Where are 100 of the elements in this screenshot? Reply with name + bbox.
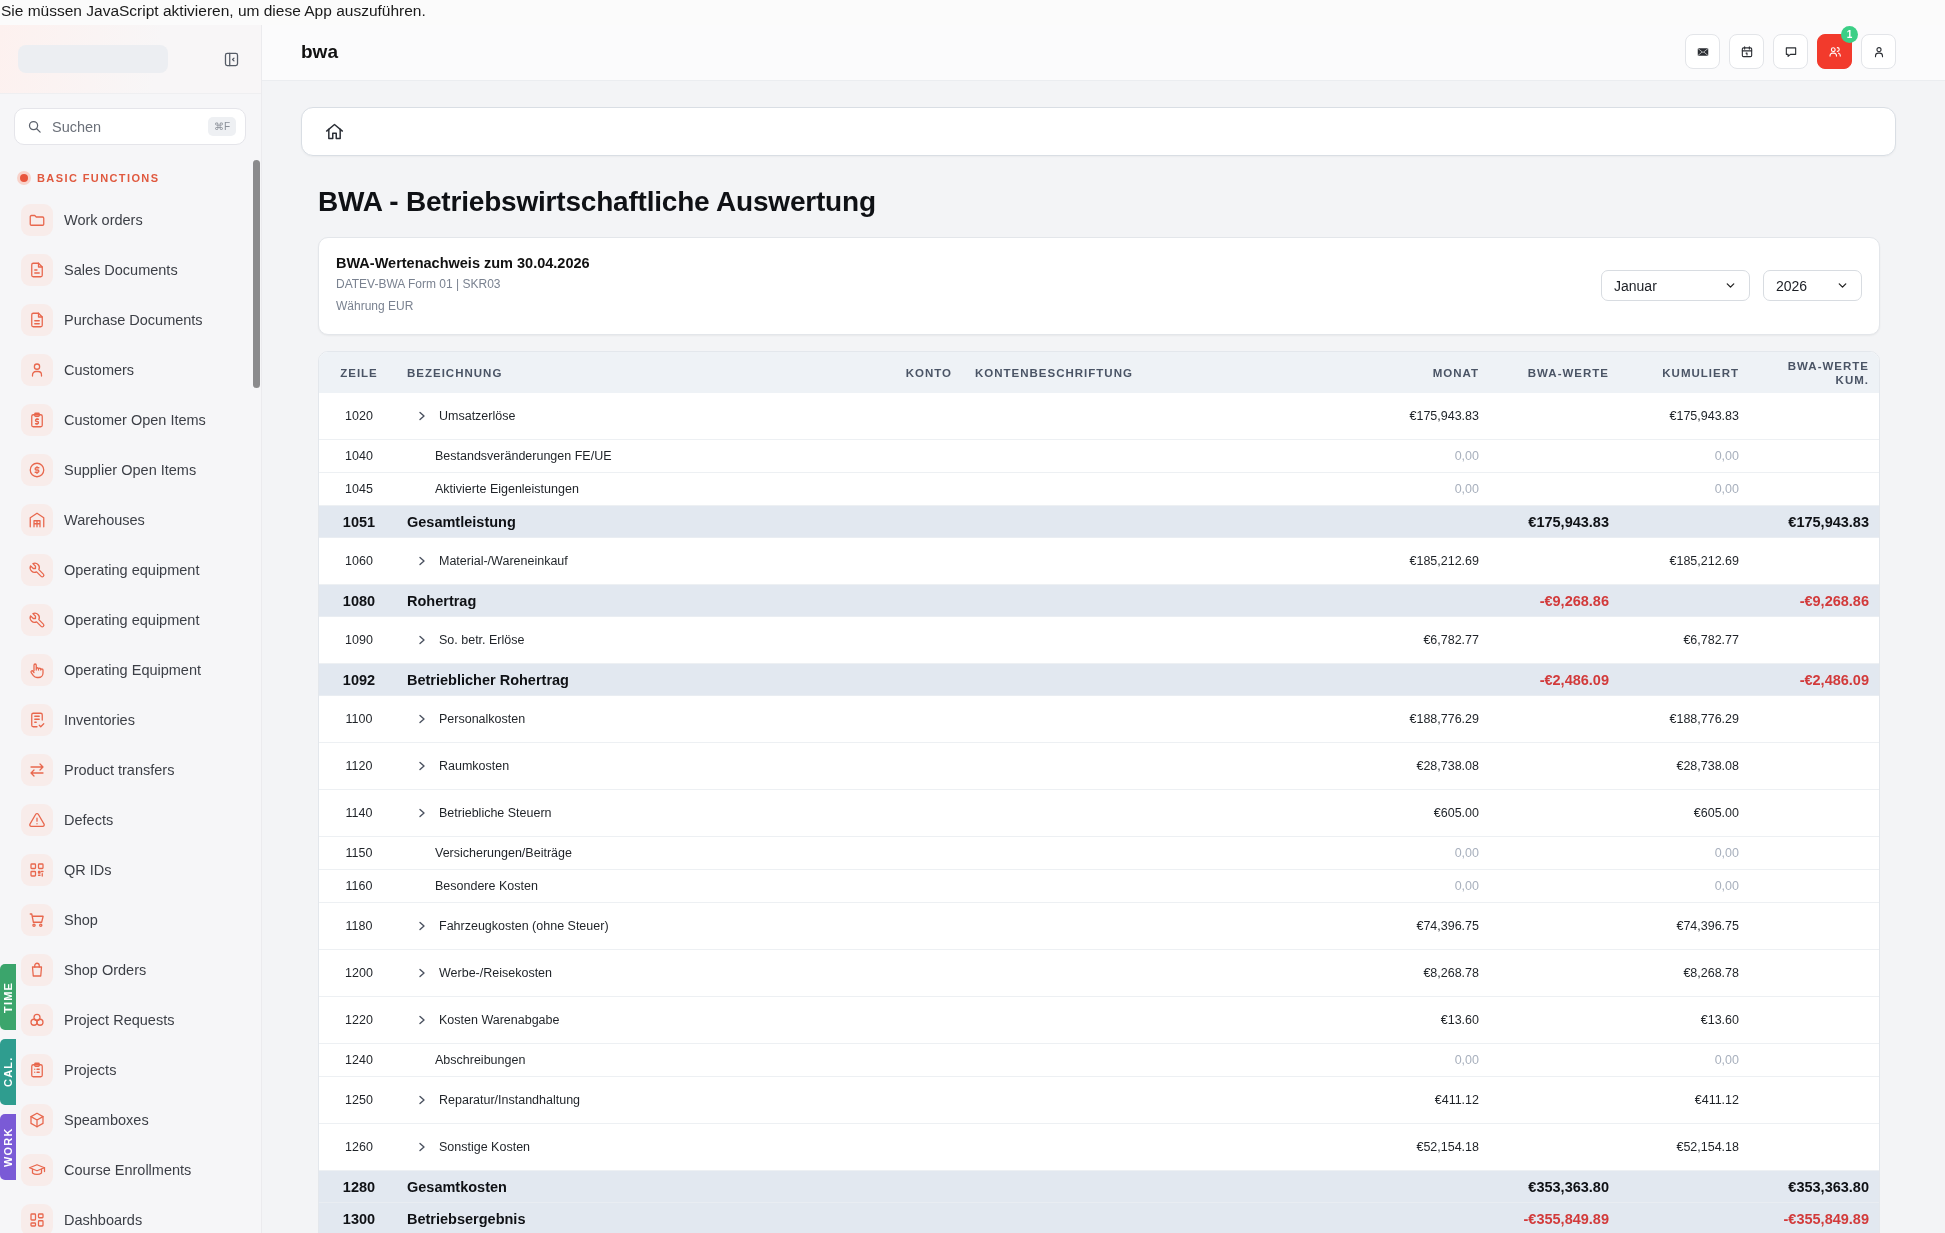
nav-item[interactable]: Work orders xyxy=(21,195,143,245)
document-icon xyxy=(21,254,53,286)
amount: -€355,849.89 xyxy=(1523,1210,1609,1227)
chevron-right-icon[interactable] xyxy=(417,634,427,646)
scrollbar[interactable] xyxy=(253,160,260,388)
column-header: KUMULIERT xyxy=(1662,365,1739,380)
nav-item[interactable]: Warehouses xyxy=(21,495,145,545)
amount: 0,00 xyxy=(1714,1053,1739,1067)
row-label: Abschreibungen xyxy=(435,1053,526,1067)
nav-item[interactable]: Course Enrollments xyxy=(21,1145,192,1195)
side-tab[interactable]: WORK xyxy=(0,1114,16,1180)
chevron-right-icon[interactable] xyxy=(417,410,427,422)
chevron-right-icon[interactable] xyxy=(417,1094,427,1106)
row-label: Bestandsveränderungen FE/UE xyxy=(435,449,612,463)
nav-item[interactable]: Projects xyxy=(21,1045,117,1095)
chevron-right-icon[interactable] xyxy=(417,807,427,819)
amount: 0,00 xyxy=(1454,1053,1479,1067)
line-number: 1250 xyxy=(345,1093,373,1107)
nav-item[interactable]: Project Requests xyxy=(21,995,175,1045)
amount: -€2,486.09 xyxy=(1799,671,1869,688)
line-number: 1040 xyxy=(345,449,373,463)
warehouse-icon xyxy=(21,504,53,536)
line-number: 1280 xyxy=(342,1178,376,1195)
column-header: ZEILE xyxy=(340,365,378,380)
mail-button[interactable] xyxy=(1685,34,1720,69)
nav-item[interactable]: Shop xyxy=(21,895,98,945)
chevron-right-icon[interactable] xyxy=(417,555,427,567)
checklist-icon xyxy=(21,704,53,736)
nav-item[interactable]: Speamboxes xyxy=(21,1095,149,1145)
line-number: 1150 xyxy=(345,846,373,860)
profile-button[interactable] xyxy=(1861,34,1896,69)
amount: -€2,486.09 xyxy=(1539,671,1609,688)
calendar-icon xyxy=(1739,44,1754,59)
nav-item[interactable]: Inventories xyxy=(21,695,135,745)
clipboard-icon xyxy=(21,1054,53,1086)
nav-item[interactable]: Defects xyxy=(21,795,114,845)
row-label: Besondere Kosten xyxy=(435,879,538,893)
row-label: Aktivierte Eigenleistungen xyxy=(435,482,579,496)
chevron-right-icon[interactable] xyxy=(417,920,427,932)
amount: €28,738.08 xyxy=(1416,759,1479,773)
nav-item[interactable]: Customers xyxy=(21,345,135,395)
chevron-right-icon[interactable] xyxy=(417,1141,427,1153)
nav-item[interactable]: QR IDs xyxy=(21,845,112,895)
amount: €411.12 xyxy=(1434,1093,1479,1107)
amount: -€9,268.86 xyxy=(1799,592,1869,609)
nav-item[interactable]: Operating Equipment xyxy=(21,645,202,695)
dollar-coin-icon xyxy=(21,454,53,486)
column-header: KONTENBESCHRIFTUNG xyxy=(975,365,1133,380)
warning-icon xyxy=(21,804,53,836)
column-header: BWA-WERTE xyxy=(1527,365,1609,380)
search-icon xyxy=(27,119,42,134)
amount: €175,943.83 xyxy=(1788,513,1869,530)
nav-item[interactable]: Dashboards xyxy=(21,1195,143,1233)
bag-icon xyxy=(21,954,53,986)
year-select[interactable]: 2026 xyxy=(1763,270,1862,301)
panel-toggle-icon[interactable] xyxy=(223,50,240,68)
row-label: Gesamtleistung xyxy=(407,513,516,530)
clipboard-dollar-icon xyxy=(21,404,53,436)
line-number: 1020 xyxy=(345,409,373,423)
amount: €411.12 xyxy=(1694,1093,1739,1107)
row-label: Raumkosten xyxy=(439,759,510,773)
people-icon xyxy=(1827,44,1842,59)
chat-button[interactable] xyxy=(1773,34,1808,69)
chevron-right-icon[interactable] xyxy=(417,713,427,725)
nav-item[interactable]: Operating equipment xyxy=(21,595,200,645)
row-label: Kosten Warenabgabe xyxy=(439,1013,560,1027)
amount: €175,943.83 xyxy=(1669,409,1739,423)
month-select[interactable]: Januar xyxy=(1601,270,1750,301)
nav-item[interactable]: Purchase Documents xyxy=(21,295,203,345)
row-label: Umsatzerlöse xyxy=(439,409,516,423)
line-number: 1240 xyxy=(345,1053,373,1067)
row-label: Betriebsergebnis xyxy=(407,1210,526,1227)
line-number: 1140 xyxy=(345,806,373,820)
line-number: 1090 xyxy=(345,633,373,647)
report-detail: Währung EUR xyxy=(336,298,415,315)
amount: 0,00 xyxy=(1454,846,1479,860)
calendar-button[interactable] xyxy=(1729,34,1764,69)
wrench-icon xyxy=(21,554,53,586)
row-label: Betrieblicher Rohertrag xyxy=(407,671,569,688)
nav-item[interactable]: Customer Open Items xyxy=(21,395,206,445)
amount: €185,212.69 xyxy=(1669,554,1739,568)
amount: €13.60 xyxy=(1440,1013,1479,1027)
folder-icon xyxy=(21,204,53,236)
home-icon[interactable] xyxy=(324,121,345,142)
amount: 0,00 xyxy=(1714,482,1739,496)
circles-icon xyxy=(21,1004,53,1036)
nav-item[interactable]: Sales Documents xyxy=(21,245,178,295)
chevron-right-icon[interactable] xyxy=(417,1014,427,1026)
chevron-right-icon[interactable] xyxy=(417,967,427,979)
row-label: Versicherungen/Beiträge xyxy=(435,846,572,860)
chevron-right-icon[interactable] xyxy=(417,760,427,772)
nav-item[interactable]: Operating equipment xyxy=(21,545,200,595)
section-heading: BASIC FUNCTIONS xyxy=(37,172,160,184)
amount: €605.00 xyxy=(1433,806,1479,820)
amount: €74,396.75 xyxy=(1676,919,1739,933)
nav-item[interactable]: Shop Orders xyxy=(21,945,147,995)
nav-item[interactable]: Product transfers xyxy=(21,745,175,795)
amount: 0,00 xyxy=(1714,449,1739,463)
nav-item[interactable]: Supplier Open Items xyxy=(21,445,197,495)
column-header: BEZEICHNUNG xyxy=(407,365,503,380)
